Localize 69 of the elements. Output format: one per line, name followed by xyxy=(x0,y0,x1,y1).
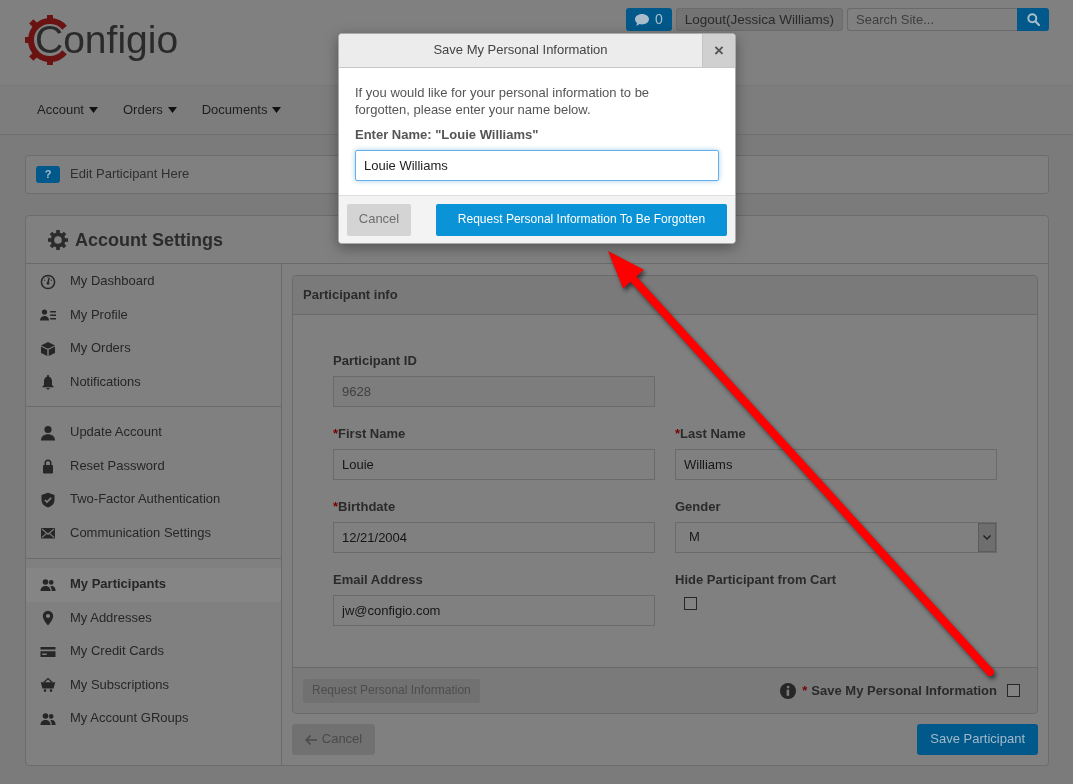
messages-button[interactable]: 0 xyxy=(625,8,672,31)
field-label: Participant ID xyxy=(333,353,417,369)
caret-icon xyxy=(89,107,98,113)
sidebar-item[interactable]: My Account GRoups xyxy=(26,702,281,736)
sidebar-item[interactable]: Reset Password xyxy=(26,449,281,483)
sidebar-item[interactable]: My Dashboard xyxy=(26,265,281,299)
field-label: *Birthdate xyxy=(333,499,396,515)
logo: Configio xyxy=(25,15,179,65)
sidebar-item[interactable]: My Addresses xyxy=(26,601,281,635)
field-label: Hide Participant from Cart xyxy=(675,572,837,588)
logout-button[interactable]: Logout(Jessica Williams) xyxy=(675,8,843,31)
caret-icon xyxy=(167,107,177,113)
field-label: Enter Name: "Louie Williams" xyxy=(355,126,539,143)
lock-icon xyxy=(40,458,56,475)
input-field[interactable]: Louie xyxy=(333,449,655,480)
dialog-title: Save My Personal Information xyxy=(433,42,608,59)
sidebar-item[interactable]: Update Account xyxy=(26,416,281,450)
arrow-left-icon xyxy=(304,734,317,745)
user-icon xyxy=(40,424,56,441)
search-button[interactable] xyxy=(1017,8,1049,31)
basket-icon xyxy=(40,677,56,694)
input-field[interactable]: Williams xyxy=(675,449,997,480)
sidebar-item[interactable]: Communication Settings xyxy=(26,516,281,550)
search-field[interactable]: Search Site... xyxy=(847,8,1017,31)
sidebar-item[interactable]: My Credit Cards xyxy=(26,635,281,669)
gauge-icon xyxy=(40,273,56,290)
nav-menu-link[interactable]: Orders xyxy=(123,101,177,119)
input-field[interactable]: 12/21/2004 xyxy=(333,522,655,553)
panel-title: Account Settings xyxy=(75,228,223,251)
box-icon xyxy=(40,340,56,357)
cancel-button[interactable]: Cancel xyxy=(347,203,411,236)
save-button[interactable]: Save Participant xyxy=(917,724,1038,755)
profile-card-icon xyxy=(40,307,56,324)
field-label: Gender xyxy=(675,499,721,515)
checkbox[interactable] xyxy=(684,597,697,610)
name-input-field[interactable]: Louie Williams xyxy=(355,150,719,181)
chat-bubble-icon xyxy=(634,13,649,26)
field-label: *Last Name xyxy=(675,426,746,442)
close-button[interactable]: × xyxy=(702,34,735,67)
users-icon xyxy=(40,576,56,593)
sidebar-item[interactable]: My Participants xyxy=(26,568,281,602)
sidebar-item[interactable]: My Subscriptions xyxy=(26,668,281,702)
users-icon xyxy=(40,710,56,727)
gear-icon xyxy=(48,229,68,250)
request-forget-button[interactable]: Request Personal Information To Be Forgotten xyxy=(436,203,727,236)
nav-menu-link[interactable]: Documents xyxy=(201,101,282,119)
field-label: * Save My Personal Information xyxy=(802,682,997,699)
sidebar-item[interactable]: Two-Factor Authentication xyxy=(26,483,281,517)
shield-check-icon xyxy=(40,491,56,508)
field-label: *First Name xyxy=(333,426,406,442)
search-icon xyxy=(1026,13,1040,26)
notice-text: Edit Participant Here xyxy=(70,166,190,183)
sidebar-item[interactable]: My Orders xyxy=(26,332,281,366)
caret-icon xyxy=(272,107,282,113)
envelope-icon xyxy=(40,525,56,542)
dialog-message: If you would like for your personal information to be forgotten, please enter your name below. xyxy=(355,84,651,118)
help-badge: ? xyxy=(36,166,60,183)
panel-heading: Participant info xyxy=(303,286,398,304)
info-icon xyxy=(780,682,797,699)
input-field[interactable]: jw@configio.com xyxy=(333,595,655,626)
nav-menu-link[interactable]: Account xyxy=(37,101,98,119)
checkbox[interactable] xyxy=(1007,684,1020,697)
sidebar-item[interactable]: My Profile xyxy=(26,298,281,332)
dropdown-field[interactable]: M xyxy=(675,522,997,553)
map-pin-icon xyxy=(40,610,56,627)
sidebar-item[interactable]: Notifications xyxy=(26,365,281,399)
bell-icon xyxy=(40,374,56,391)
chevron-icon xyxy=(978,523,996,552)
field-label: Email Address xyxy=(333,572,423,588)
